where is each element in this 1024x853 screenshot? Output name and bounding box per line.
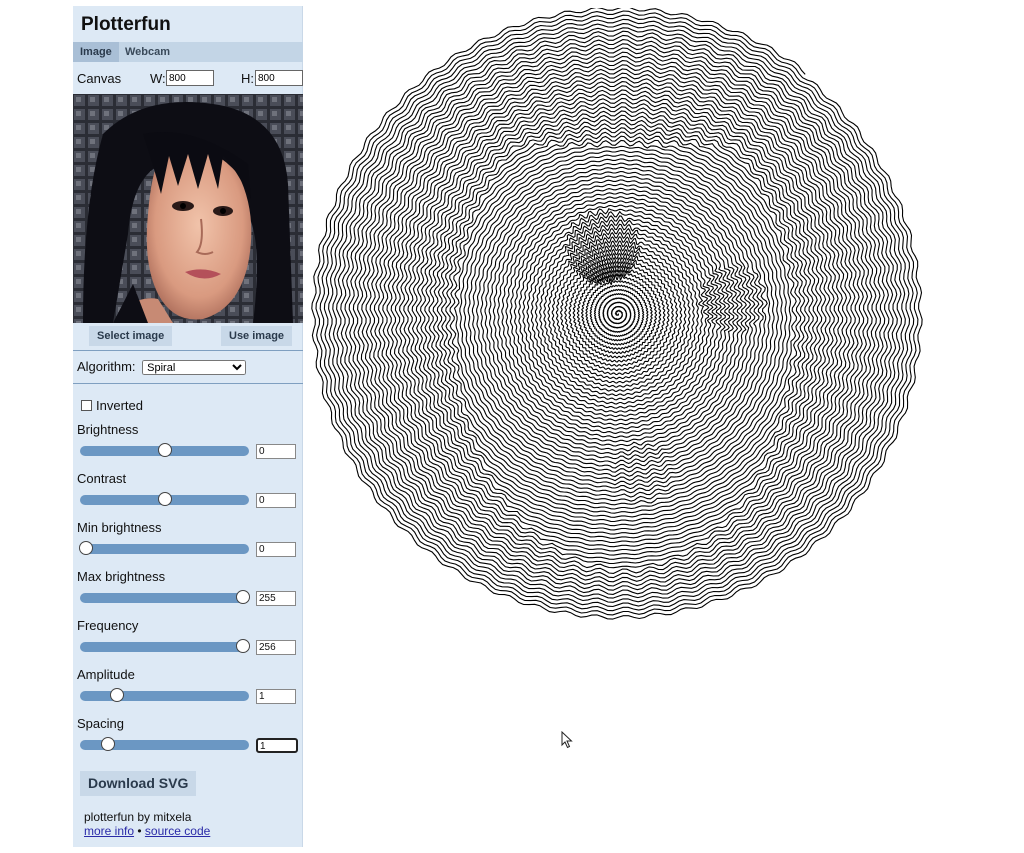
slider-value-input[interactable]: 1 — [256, 689, 296, 704]
app-title: Plotterfun — [81, 14, 171, 35]
inverted-row: Inverted — [81, 398, 143, 413]
spiral-plot-path — [311, 8, 923, 620]
canvas-size-row: Canvas W: H: — [77, 70, 303, 88]
algorithm-label: Algorithm: — [77, 359, 136, 374]
slider-handle[interactable] — [236, 639, 250, 653]
slider-value-input[interactable]: 1 — [256, 738, 298, 753]
inverted-label: Inverted — [96, 398, 143, 413]
slider-label: Max brightness — [77, 569, 166, 584]
slider-label: Contrast — [77, 471, 127, 486]
slider-track[interactable] — [79, 541, 249, 555]
use-image-button[interactable]: Use image — [221, 326, 293, 346]
width-input[interactable] — [166, 70, 214, 86]
slider-handle[interactable] — [110, 688, 125, 702]
algorithm-select[interactable]: Spiral — [142, 360, 247, 375]
slider-track[interactable] — [80, 737, 249, 751]
more-info-link[interactable]: more info — [84, 824, 134, 838]
sidebar-panel: Plotterfun Image Webcam Canvas W: H: — [73, 6, 303, 847]
canvas-label: Canvas — [77, 71, 122, 86]
tab-bar: Image Webcam — [73, 42, 303, 62]
slider-label: Spacing — [77, 716, 124, 731]
source-image-preview — [73, 94, 303, 323]
credit-separator: • — [137, 824, 142, 838]
inverted-checkbox[interactable] — [81, 400, 92, 411]
slider-track[interactable] — [80, 590, 250, 604]
slider-handle[interactable] — [79, 541, 93, 555]
slider-value-input[interactable]: 0 — [256, 444, 296, 459]
slider-label: Min brightness — [77, 520, 162, 535]
slider-label: Brightness — [77, 422, 139, 437]
divider — [73, 383, 303, 384]
slider-value-input[interactable]: 256 — [256, 640, 296, 655]
slider-value-input[interactable]: 0 — [256, 493, 296, 508]
mouse-cursor-icon — [561, 731, 573, 749]
slider-track[interactable] — [80, 639, 250, 653]
algorithm-row: Algorithm: Spiral — [77, 359, 247, 375]
slider-handle[interactable] — [100, 737, 115, 751]
slider-handle[interactable] — [157, 492, 172, 506]
tab-image[interactable]: Image — [73, 42, 119, 62]
divider — [73, 350, 303, 351]
download-svg-button[interactable]: Download SVG — [80, 771, 197, 796]
width-label: W: — [150, 71, 166, 86]
slider-handle[interactable] — [236, 590, 250, 604]
tab-webcam[interactable]: Webcam — [118, 42, 177, 62]
slider-label: Frequency — [77, 618, 139, 633]
slider-track[interactable] — [80, 492, 249, 506]
credit: plotterfun by mitxela more info • source… — [84, 810, 210, 838]
slider-handle[interactable] — [157, 443, 172, 457]
height-input[interactable] — [255, 70, 303, 86]
slider-track[interactable] — [80, 688, 249, 702]
slider-label: Amplitude — [77, 667, 135, 682]
portrait-image — [73, 94, 303, 323]
slider-track[interactable] — [80, 443, 249, 457]
credit-text: plotterfun by mitxela — [84, 810, 192, 824]
slider-value-input[interactable]: 255 — [256, 591, 296, 606]
height-label: H: — [241, 71, 254, 86]
plot-preview — [311, 8, 923, 620]
source-code-link[interactable]: source code — [145, 824, 210, 838]
select-image-button[interactable]: Select image — [89, 326, 173, 346]
slider-value-input[interactable]: 0 — [256, 542, 296, 557]
